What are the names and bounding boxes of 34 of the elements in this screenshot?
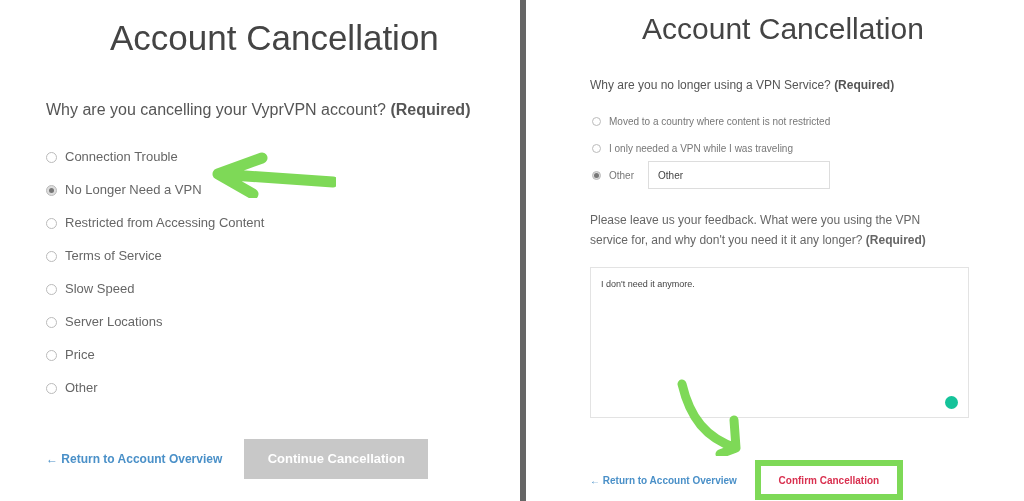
radio-button[interactable] bbox=[46, 250, 57, 262]
grammar-icon bbox=[945, 396, 958, 409]
option-label: Moved to a country where content is not restricted bbox=[609, 114, 831, 129]
option-label: Terms of Service bbox=[65, 247, 162, 266]
feedback-textarea[interactable]: I don't need it anymore. bbox=[590, 267, 969, 418]
radio-button[interactable] bbox=[46, 316, 57, 328]
radio-button[interactable] bbox=[46, 184, 57, 196]
radio-button[interactable] bbox=[46, 283, 57, 295]
option-label: Slow Speed bbox=[65, 280, 135, 299]
option-label: Server Locations bbox=[65, 313, 163, 332]
option-label: Other bbox=[609, 168, 634, 183]
page-title: Account Cancellation bbox=[109, 17, 440, 59]
option-label: I only needed a VPN while I was traveling bbox=[609, 141, 793, 156]
option-label: Restricted from Accessing Content bbox=[65, 214, 265, 233]
question-text: Why are you cancelling your VyprVPN account? (Required) bbox=[45, 100, 472, 120]
option-label: Connection Trouble bbox=[65, 148, 178, 167]
input-field[interactable]: Other bbox=[648, 161, 830, 189]
feedback-prompt: Please leave us your feedback. What were you using the VPN service for, and why don't you need it it any longer? (Required) bbox=[589, 212, 927, 249]
option-label: Price bbox=[65, 346, 95, 365]
back-link[interactable]: ← Return to Account Overview bbox=[590, 472, 737, 488]
back-link[interactable]: ← Return to Account Overview bbox=[46, 450, 223, 468]
radio-button[interactable] bbox=[46, 151, 57, 163]
radio-button[interactable] bbox=[46, 382, 57, 394]
confirm-button[interactable]: Confirm Cancellation bbox=[760, 466, 897, 494]
radio-button[interactable] bbox=[592, 170, 601, 180]
option-label: Other bbox=[65, 379, 98, 398]
feedback-text: I don't need it anymore. bbox=[601, 278, 695, 291]
radio-button[interactable] bbox=[46, 349, 57, 361]
radio-button[interactable] bbox=[46, 217, 57, 229]
option-label: No Longer Need a VPN bbox=[65, 181, 202, 200]
radio-button[interactable] bbox=[592, 116, 601, 126]
radio-button[interactable] bbox=[592, 143, 601, 153]
question-text: Why are you no longer using a VPN Service? (Required) bbox=[589, 77, 896, 94]
page-title: Account Cancellation bbox=[641, 11, 925, 47]
